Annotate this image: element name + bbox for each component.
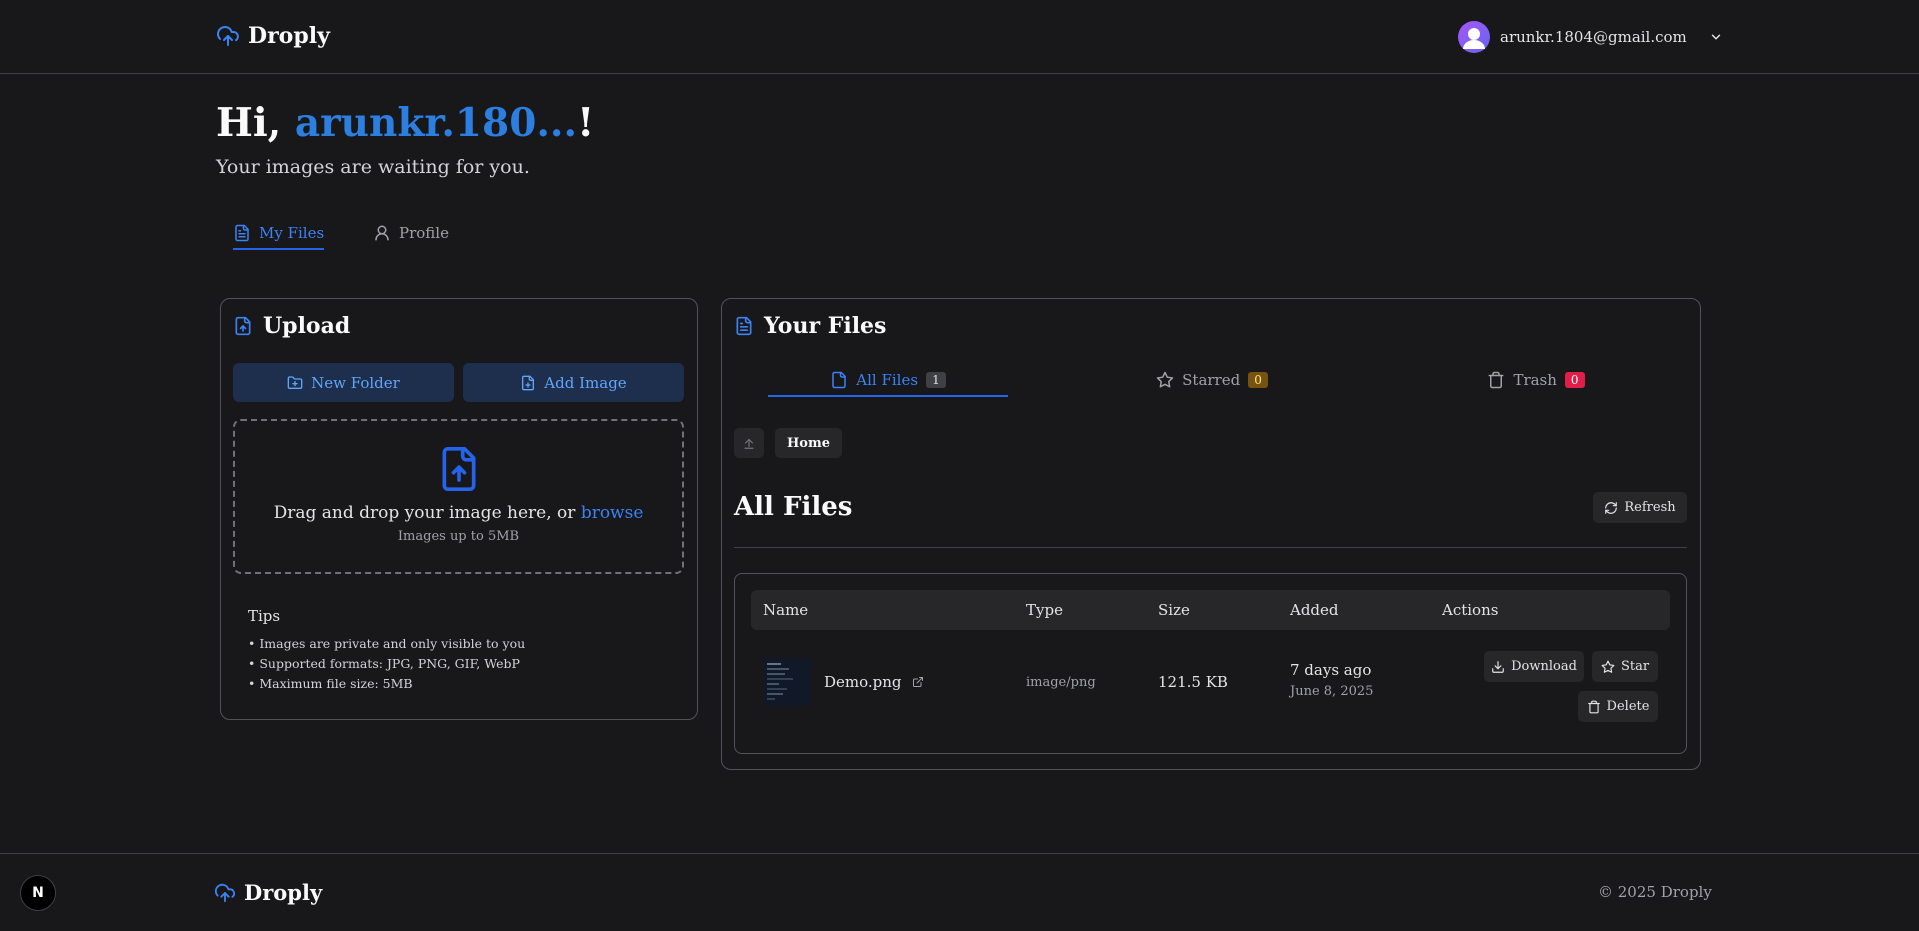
footer-brand-name: Droply <box>244 880 323 905</box>
tab-label: Starred <box>1182 371 1241 389</box>
footer: N Droply © 2025 Droply <box>0 853 1919 931</box>
avatar <box>1458 21 1490 53</box>
file-upload-icon <box>233 316 253 336</box>
drop-text: Drag and drop your image here, or <box>273 503 581 523</box>
section-title: All Files <box>734 492 853 522</box>
star-label: Star <box>1620 659 1650 674</box>
tab-label: My Files <box>259 224 325 242</box>
count-badge: 0 <box>1248 372 1268 388</box>
external-link-icon[interactable] <box>912 676 924 688</box>
file-text-icon <box>734 316 754 336</box>
file-added-relative: 7 days ago <box>1290 661 1372 679</box>
tip-item: • Supported formats: JPG, PNG, GIF, WebP <box>248 656 520 671</box>
drop-size-hint: Images up to 5MB <box>397 529 520 544</box>
file-thumbnail[interactable] <box>763 658 811 706</box>
column-header: Type <box>1026 601 1063 619</box>
new-folder-label: New Folder <box>311 373 400 392</box>
table-header: Name Type Size Added Actions <box>751 590 1670 630</box>
tip-item: • Images are private and only visible to… <box>248 636 526 651</box>
chevron-down-icon <box>1709 30 1723 44</box>
tab-profile[interactable]: Profile <box>373 224 449 248</box>
navigate-up-button[interactable] <box>734 428 764 458</box>
tips-title: Tips <box>248 607 281 625</box>
star-icon <box>1156 371 1174 389</box>
add-image-button[interactable]: Add Image <box>463 363 684 402</box>
table-row[interactable]: Demo.png image/png 121.5 KB 7 days ago J… <box>751 646 1670 736</box>
divider <box>734 547 1687 548</box>
footer-brand[interactable]: Droply <box>214 880 322 905</box>
greeting-prefix: Hi, <box>216 100 295 146</box>
download-button[interactable]: Download <box>1484 651 1584 682</box>
download-icon <box>1491 660 1505 674</box>
trash-icon <box>1587 700 1601 714</box>
user-menu[interactable]: arunkr.1804@gmail.com <box>1458 21 1723 53</box>
file-icon <box>830 371 848 389</box>
count-badge: 0 <box>1564 372 1585 388</box>
tab-label: Profile <box>399 224 449 242</box>
files-card-title: Your Files <box>734 313 886 339</box>
file-name-text: Demo.png <box>824 673 902 691</box>
column-header: Size <box>1158 601 1190 619</box>
delete-label: Delete <box>1606 699 1650 714</box>
delete-button[interactable]: Delete <box>1578 691 1658 722</box>
user-icon <box>373 224 391 242</box>
file-icon <box>233 224 251 242</box>
column-header: Added <box>1290 601 1339 619</box>
files-title-text: Your Files <box>764 313 887 339</box>
drop-zone[interactable]: Drag and drop your image here, or browse… <box>233 419 684 574</box>
folder-plus-icon <box>287 375 303 391</box>
tips-list: • Images are private and only visible to… <box>248 634 525 694</box>
greeting-suffix: ! <box>577 100 595 146</box>
file-plus-icon <box>520 375 536 391</box>
file-added-date: June 8, 2025 <box>1290 684 1374 699</box>
upload-card-title: Upload <box>233 313 350 339</box>
tab-label: All Files <box>856 371 919 389</box>
tab-my-files[interactable]: My Files <box>233 224 325 250</box>
new-folder-button[interactable]: New Folder <box>233 363 454 402</box>
browse-link[interactable]: browse <box>581 503 644 523</box>
tab-label: Trash <box>1513 371 1557 389</box>
refresh-button[interactable]: Refresh <box>1593 492 1687 523</box>
files-table: Name Type Size Added Actions Demo.png im… <box>734 573 1687 754</box>
trash-icon <box>1487 371 1505 389</box>
drop-instructions: Drag and drop your image here, or browse <box>274 503 644 523</box>
dev-tools-badge[interactable]: N <box>20 875 56 911</box>
count-badge: 1 <box>926 372 946 388</box>
tab-trash[interactable]: Trash 0 <box>1416 365 1656 395</box>
file-name[interactable]: Demo.png <box>824 673 924 691</box>
tip-item: • Maximum file size: 5MB <box>248 676 413 691</box>
tab-starred[interactable]: Starred 0 <box>1092 365 1332 395</box>
files-card: Your Files All Files 1 Starred 0 Trash 0… <box>721 298 1701 770</box>
top-navbar: Droply arunkr.1804@gmail.com <box>0 0 1919 74</box>
arrow-up-icon <box>742 436 756 450</box>
file-upload-icon <box>437 445 481 493</box>
upload-title-text: Upload <box>263 313 351 339</box>
cloud-upload-icon <box>216 24 240 48</box>
breadcrumb[interactable]: Home <box>775 428 842 458</box>
file-type: image/png <box>1026 675 1096 690</box>
add-image-label: Add Image <box>544 373 627 392</box>
upload-card: Upload New Folder Add Image Drag and dro… <box>220 298 698 720</box>
download-label: Download <box>1511 659 1577 674</box>
page-title: Hi, arunkr.180...! <box>216 100 594 146</box>
greeting-user-name: arunkr.180... <box>294 100 578 146</box>
user-email: arunkr.1804@gmail.com <box>1500 28 1687 46</box>
cloud-upload-icon <box>214 882 236 904</box>
star-icon <box>1601 660 1615 674</box>
refresh-icon <box>1604 501 1618 515</box>
brand-logo[interactable]: Droply <box>216 23 330 49</box>
brand-name: Droply <box>248 23 330 49</box>
column-header: Actions <box>1442 601 1499 619</box>
column-header: Name <box>763 601 809 619</box>
file-size: 121.5 KB <box>1158 673 1228 691</box>
copyright: © 2025 Droply <box>1598 883 1712 901</box>
refresh-label: Refresh <box>1624 500 1676 515</box>
page-subtitle: Your images are waiting for you. <box>216 156 530 178</box>
tab-all-files[interactable]: All Files 1 <box>768 365 1008 397</box>
star-button[interactable]: Star <box>1592 651 1658 682</box>
